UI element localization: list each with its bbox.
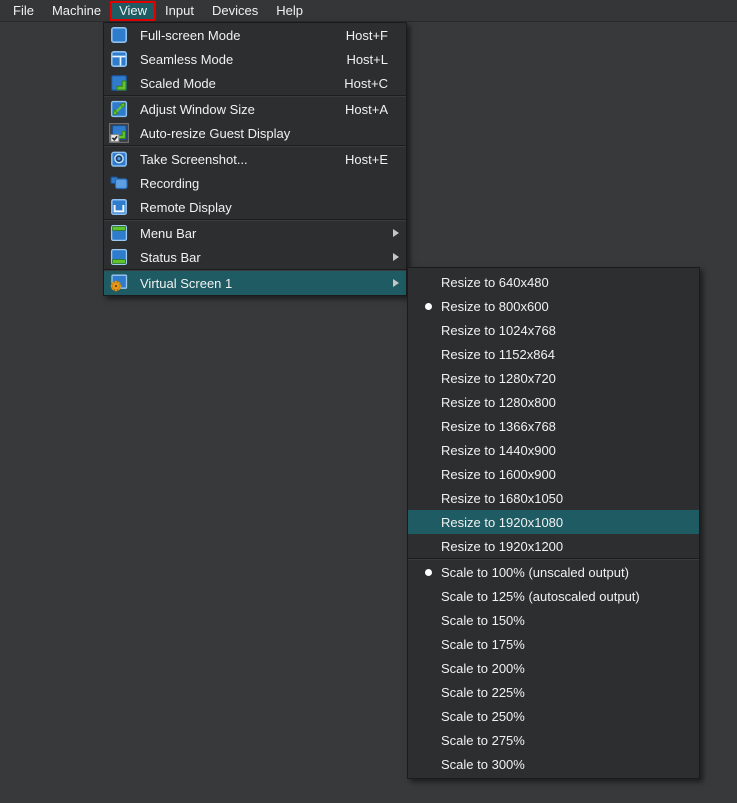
- submenu-item-scale-to-200[interactable]: Scale to 200%: [408, 656, 699, 680]
- menu-bar-icon: [107, 222, 131, 244]
- seamless-icon: [107, 48, 131, 70]
- menu-item-label: Status Bar: [140, 250, 201, 265]
- submenu-item-resize-to-1366x768[interactable]: Resize to 1366x768: [408, 414, 699, 438]
- submenu-item-resize-to-1280x720[interactable]: Resize to 1280x720: [408, 366, 699, 390]
- shortcut-label: Host+C: [344, 76, 400, 91]
- shortcut-label: Host+A: [345, 102, 400, 117]
- scaled-icon: [107, 72, 131, 94]
- menubar-item-view[interactable]: View: [110, 1, 156, 21]
- submenu-item-label: Resize to 640x480: [441, 275, 549, 290]
- menu-item-status-bar[interactable]: Status Bar: [104, 245, 406, 269]
- menu-item-label: Remote Display: [140, 200, 232, 215]
- menu-item-scaled-mode[interactable]: Scaled Mode Host+C: [104, 71, 406, 95]
- menu-item-label: Take Screenshot...: [140, 152, 248, 167]
- submenu-arrow-icon: [393, 253, 399, 261]
- submenu-item-label: Scale to 125% (autoscaled output): [441, 589, 640, 604]
- submenu-item-label: Scale to 275%: [441, 733, 525, 748]
- menu-item-virtual-screen-1[interactable]: Virtual Screen 1: [104, 271, 406, 295]
- submenu-item-resize-to-1920x1200[interactable]: Resize to 1920x1200: [408, 534, 699, 558]
- submenu-item-resize-to-1920x1080[interactable]: Resize to 1920x1080: [408, 510, 699, 534]
- menu-item-auto-resize-guest-display[interactable]: Auto-resize Guest Display: [104, 121, 406, 145]
- menu-item-label: Adjust Window Size: [140, 102, 255, 117]
- menu-item-label: Recording: [140, 176, 199, 191]
- submenu-item-label: Scale to 150%: [441, 613, 525, 628]
- submenu-item-label: Resize to 1920x1080: [441, 515, 563, 530]
- menu-item-label: Menu Bar: [140, 226, 196, 241]
- menu-item-recording[interactable]: Recording: [104, 171, 406, 195]
- submenu-item-resize-to-1440x900[interactable]: Resize to 1440x900: [408, 438, 699, 462]
- auto-resize-icon: [107, 122, 131, 144]
- submenu-item-resize-to-640x480[interactable]: Resize to 640x480: [408, 270, 699, 294]
- submenu-item-label: Scale to 225%: [441, 685, 525, 700]
- submenu-item-scale-to-250[interactable]: Scale to 250%: [408, 704, 699, 728]
- submenu-item-scale-to-100-unscaled-output[interactable]: Scale to 100% (unscaled output): [408, 560, 699, 584]
- radio-selected-icon: [415, 569, 441, 576]
- submenu-item-label: Scale to 100% (unscaled output): [441, 565, 629, 580]
- menu-item-label: Virtual Screen 1: [140, 276, 232, 291]
- remote-display-icon: [107, 196, 131, 218]
- radio-selected-icon: [415, 303, 441, 310]
- submenu-item-resize-to-1024x768[interactable]: Resize to 1024x768: [408, 318, 699, 342]
- submenu-item-label: Resize to 1366x768: [441, 419, 556, 434]
- view-menu-popup: Full-screen Mode Host+F Seamless Mode Host+…: [103, 22, 407, 296]
- submenu-item-label: Scale to 250%: [441, 709, 525, 724]
- submenu-item-label: Resize to 1600x900: [441, 467, 556, 482]
- submenu-item-resize-to-1280x800[interactable]: Resize to 1280x800: [408, 390, 699, 414]
- submenu-item-scale-to-300[interactable]: Scale to 300%: [408, 752, 699, 776]
- menu-item-remote-display[interactable]: Remote Display: [104, 195, 406, 219]
- submenu-item-resize-to-1600x900[interactable]: Resize to 1600x900: [408, 462, 699, 486]
- menu-item-menu-bar[interactable]: Menu Bar: [104, 221, 406, 245]
- submenu-item-label: Scale to 300%: [441, 757, 525, 772]
- menu-item-label: Scaled Mode: [140, 76, 216, 91]
- radio-dot-icon: [425, 569, 432, 576]
- menu-bar: FileMachineViewInputDevicesHelp: [0, 0, 737, 22]
- submenu-item-scale-to-125-autoscaled-output[interactable]: Scale to 125% (autoscaled output): [408, 584, 699, 608]
- submenu-item-label: Resize to 1680x1050: [441, 491, 563, 506]
- virtual-screen-1-submenu: Resize to 640x480 Resize to 800x600 Resize…: [407, 267, 700, 779]
- virtualbox-vm-window: { "menubar": { "items": ["File", "Machin…: [0, 0, 737, 803]
- fullscreen-icon: [107, 24, 131, 46]
- submenu-item-resize-to-800x600[interactable]: Resize to 800x600: [408, 294, 699, 318]
- submenu-item-scale-to-225[interactable]: Scale to 225%: [408, 680, 699, 704]
- menu-item-seamless-mode[interactable]: Seamless Mode Host+L: [104, 47, 406, 71]
- submenu-item-label: Resize to 1024x768: [441, 323, 556, 338]
- shortcut-label: Host+L: [346, 52, 400, 67]
- shortcut-label: Host+E: [345, 152, 400, 167]
- submenu-item-resize-to-1152x864[interactable]: Resize to 1152x864: [408, 342, 699, 366]
- menu-item-take-screenshot[interactable]: Take Screenshot... Host+E: [104, 147, 406, 171]
- menu-item-label: Auto-resize Guest Display: [140, 126, 290, 141]
- menubar-item-machine[interactable]: Machine: [43, 1, 110, 21]
- submenu-item-scale-to-175[interactable]: Scale to 175%: [408, 632, 699, 656]
- take-screenshot-icon: [107, 148, 131, 170]
- submenu-item-scale-to-150[interactable]: Scale to 150%: [408, 608, 699, 632]
- submenu-item-label: Resize to 1280x800: [441, 395, 556, 410]
- submenu-item-label: Resize to 800x600: [441, 299, 549, 314]
- submenu-arrow-icon: [393, 279, 399, 287]
- shortcut-label: Host+F: [346, 28, 400, 43]
- recording-icon: [107, 172, 131, 194]
- submenu-item-label: Scale to 175%: [441, 637, 525, 652]
- menubar-item-devices[interactable]: Devices: [203, 1, 267, 21]
- submenu-item-label: Scale to 200%: [441, 661, 525, 676]
- submenu-item-scale-to-275[interactable]: Scale to 275%: [408, 728, 699, 752]
- submenu-arrow-icon: [393, 229, 399, 237]
- radio-dot-icon: [425, 303, 432, 310]
- submenu-item-label: Resize to 1440x900: [441, 443, 556, 458]
- status-bar-icon: [107, 246, 131, 268]
- virtual-screen-icon: [107, 272, 131, 294]
- menu-item-label: Seamless Mode: [140, 52, 233, 67]
- menu-item-adjust-window-size[interactable]: Adjust Window Size Host+A: [104, 97, 406, 121]
- menubar-item-help[interactable]: Help: [267, 1, 312, 21]
- menubar-item-input[interactable]: Input: [156, 1, 203, 21]
- menubar-item-file[interactable]: File: [4, 1, 43, 21]
- submenu-item-label: Resize to 1152x864: [441, 347, 555, 362]
- menu-item-label: Full-screen Mode: [140, 28, 240, 43]
- menu-item-full-screen-mode[interactable]: Full-screen Mode Host+F: [104, 23, 406, 47]
- adjust-window-size-icon: [107, 98, 131, 120]
- submenu-item-resize-to-1680x1050[interactable]: Resize to 1680x1050: [408, 486, 699, 510]
- submenu-item-label: Resize to 1920x1200: [441, 539, 563, 554]
- submenu-item-label: Resize to 1280x720: [441, 371, 556, 386]
